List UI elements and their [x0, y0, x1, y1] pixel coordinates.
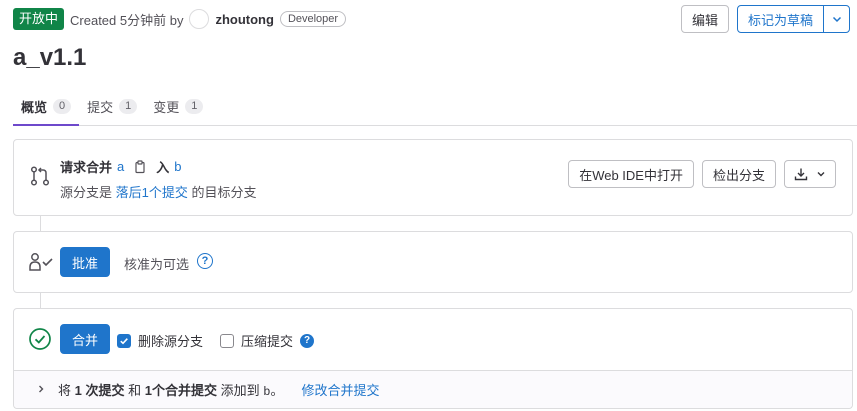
role-badge: Developer [279, 11, 347, 27]
tab-label: 提交 [87, 99, 114, 115]
merge-button[interactable]: 合并 [60, 324, 111, 354]
squash-checkbox[interactable] [220, 333, 234, 348]
info-prefix: 源分支是 [60, 185, 113, 200]
squash-commits-option[interactable]: 压缩提交 ? [220, 331, 315, 350]
tab-commits[interactable]: 提交 1 [79, 86, 145, 126]
delete-source-label: 删除源分支 [138, 334, 204, 349]
merge-request-actions: 在Web IDE中打开 检出分支 [568, 160, 836, 188]
merge-panel: 合并 删除源分支 压缩提交 ? 将 1 次提交 和 1个合并提交 添加到 b。 … [13, 308, 853, 409]
approval-user-icon [28, 251, 54, 273]
tab-count: 1 [119, 98, 138, 114]
approve-button[interactable]: 批准 [60, 247, 111, 277]
download-dropdown-button[interactable] [784, 160, 836, 188]
source-branch-link[interactable]: a [117, 159, 124, 174]
target-branch-link[interactable]: b [174, 159, 181, 174]
chevron-down-icon[interactable] [823, 5, 851, 33]
mr-header: 开放中 Created 5分钟前 by zhoutong Developer [13, 7, 347, 31]
summary-text: 将 1 次提交 和 1个合并提交 添加到 b。 [58, 380, 283, 399]
download-icon [794, 167, 808, 181]
timeline-connector [40, 216, 41, 231]
author-link[interactable]: zhoutong [215, 12, 273, 27]
summary-part: 和 [128, 383, 142, 398]
info-suffix: 的目标分支 [191, 185, 257, 200]
mark-as-draft-button[interactable]: 标记为草稿 [737, 5, 825, 33]
edit-button[interactable]: 编辑 [681, 5, 730, 33]
branch-status-text: 源分支是 落后1个提交 的目标分支 [60, 182, 257, 201]
merge-commit-summary: 将 1 次提交 和 1个合并提交 添加到 b。 修改合并提交 [14, 370, 852, 408]
timeline-connector [40, 293, 41, 308]
merge-commit-count: 1个合并提交 [144, 383, 217, 398]
summary-part: 。 [270, 383, 284, 398]
merge-request-heading: 请求合并 [60, 160, 113, 175]
delete-source-checkbox[interactable] [117, 333, 131, 348]
merge-request-icon [29, 165, 51, 187]
tab-label: 变更 [153, 99, 180, 115]
copy-icon[interactable] [133, 159, 147, 174]
merge-request-branches: 请求合并 a 入 b [60, 157, 182, 176]
commit-count: 1 次提交 [74, 383, 125, 398]
page-title: a_v1.1 [13, 44, 87, 71]
chevron-down-icon [816, 169, 826, 179]
merge-request-info-panel: 请求合并 a 入 b 源分支是 落后1个提交 的目标分支 在Web IDE中打开… [13, 139, 853, 216]
avatar[interactable] [189, 9, 210, 29]
check-circle-icon [28, 327, 52, 351]
mr-tabs: 概览 0 提交 1 变更 1 [13, 86, 857, 126]
chevron-right-icon[interactable] [36, 383, 50, 397]
summary-part: 添加到 [220, 383, 260, 398]
tab-overview[interactable]: 概览 0 [13, 86, 79, 126]
modify-merge-commit-link[interactable]: 修改合并提交 [301, 380, 379, 399]
tab-label: 概览 [21, 99, 48, 115]
approval-optional-text: 核准为可选 [124, 257, 190, 272]
approval-panel: 批准 核准为可选 ? [13, 231, 853, 293]
tab-count: 1 [185, 98, 204, 114]
created-text: Created 5分钟前 by [70, 12, 184, 28]
into-text: 入 [156, 160, 170, 175]
tab-changes[interactable]: 变更 1 [145, 86, 211, 126]
tab-count: 0 [53, 98, 72, 114]
question-icon[interactable]: ? [300, 333, 315, 348]
draft-button-group: 标记为草稿 [737, 5, 851, 33]
delete-source-branch-option[interactable]: 删除源分支 [117, 331, 203, 350]
open-in-web-ide-button[interactable]: 在Web IDE中打开 [568, 160, 694, 188]
checkout-branch-button[interactable]: 检出分支 [701, 160, 776, 188]
commits-behind-link[interactable]: 落后1个提交 [116, 185, 188, 200]
summary-part: 将 [58, 383, 72, 398]
status-badge: 开放中 [13, 8, 65, 30]
squash-label: 压缩提交 [241, 334, 294, 349]
question-icon[interactable]: ? [197, 253, 213, 269]
